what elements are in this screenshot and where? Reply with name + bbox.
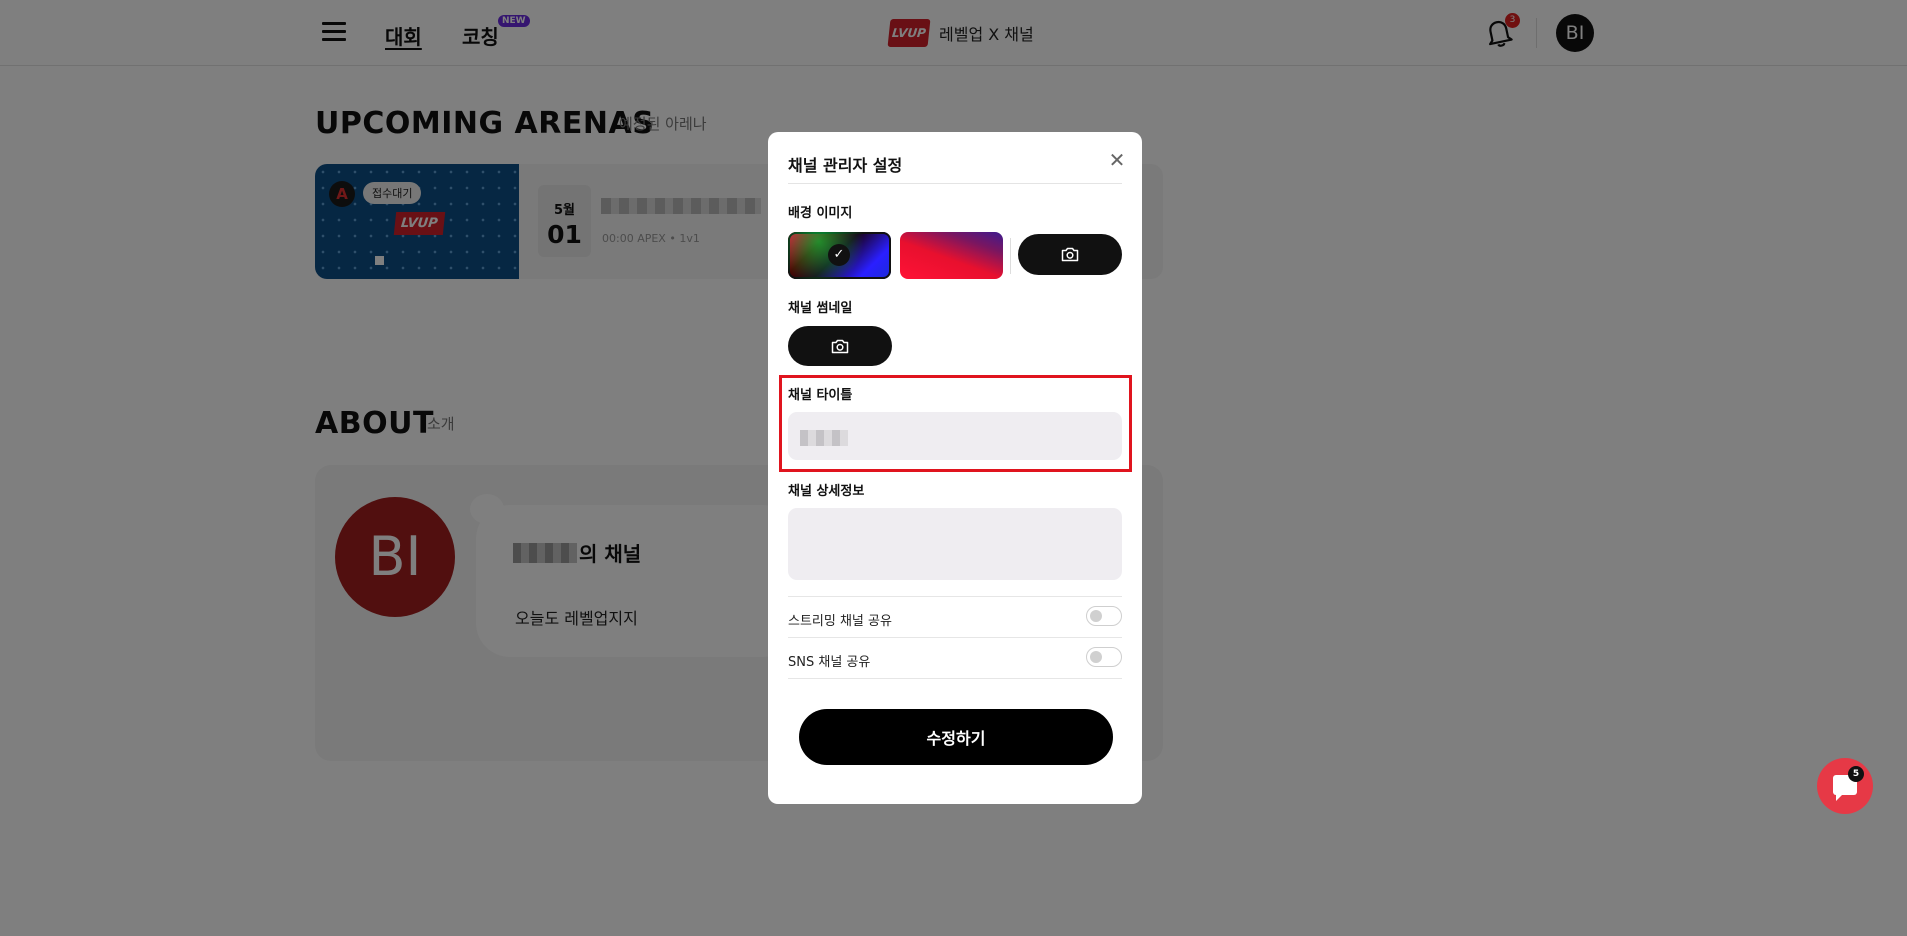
channel-detail-label: 채널 상세정보 [788,484,865,499]
divider [788,637,1122,638]
chat-button[interactable] [1817,758,1873,814]
channel-thumbnail-label: 채널 썸네일 [788,301,853,316]
background-option-2[interactable] [900,232,1003,279]
background-separator [1010,238,1011,274]
toggle-knob [1090,651,1102,663]
channel-title-value-blurred [800,430,848,446]
streaming-share-label: 스트리밍 채널 공유 [788,614,892,629]
divider [788,678,1122,679]
sns-share-toggle[interactable] [1086,647,1122,667]
channel-title-label: 채널 타이틀 [788,388,853,403]
chat-unread-badge: 5 [1848,766,1864,782]
channel-admin-settings-modal: 채널 관리자 설정 ✕ 배경 이미지 ✓ 채널 썸네일 채널 타이틀 채널 상세… [768,132,1142,804]
modal-divider [788,183,1122,184]
modal-title: 채널 관리자 설정 [788,156,903,175]
channel-detail-input[interactable] [788,508,1122,580]
check-icon: ✓ [828,244,850,266]
upload-background-button[interactable] [1018,234,1122,275]
camera-icon [1061,247,1079,262]
divider [788,596,1122,597]
close-icon[interactable]: ✕ [1108,150,1126,170]
submit-button[interactable]: 수정하기 [799,709,1113,765]
camera-icon [831,339,849,353]
toggle-knob [1090,610,1102,622]
streaming-share-toggle[interactable] [1086,606,1122,626]
upload-thumbnail-button[interactable] [788,326,892,366]
sns-share-label: SNS 채널 공유 [788,655,871,670]
background-option-1[interactable]: ✓ [788,232,891,279]
background-image-label: 배경 이미지 [788,206,853,221]
